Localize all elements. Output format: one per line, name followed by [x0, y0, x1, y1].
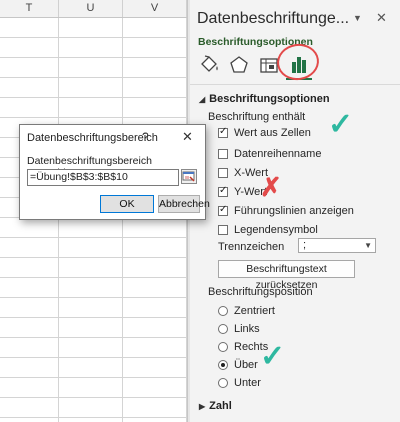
- radio-below[interactable]: Unter: [218, 376, 261, 390]
- radio-button[interactable]: [218, 324, 228, 334]
- number-section-header[interactable]: ▶ Zahl: [199, 400, 232, 412]
- green-checkmark-annotation: ✓: [260, 340, 286, 373]
- checkbox-label: Führungslinien anzeigen: [234, 205, 354, 217]
- radio-button[interactable]: [218, 360, 228, 370]
- pane-divider: [190, 84, 400, 85]
- close-icon[interactable]: ✕: [376, 10, 387, 26]
- collapsed-triangle-icon: ▶: [199, 402, 206, 411]
- chevron-down-icon[interactable]: ▼: [353, 13, 362, 23]
- chevron-down-icon[interactable]: ▼: [364, 241, 372, 250]
- cell-grid[interactable]: [0, 18, 190, 422]
- dialog-title: Datenbeschriftungsbereich: [27, 132, 158, 144]
- checkbox-series-name[interactable]: Datenreihenname: [218, 147, 321, 161]
- radio-label: Zentriert: [234, 305, 275, 317]
- checkbox[interactable]: [218, 225, 228, 235]
- column-header-t[interactable]: T: [0, 0, 59, 17]
- radio-label: Links: [234, 323, 260, 335]
- data-label-range-dialog: Datenbeschriftungsbereich ? ✕ Datenbesch…: [19, 124, 210, 220]
- separator-value: ;: [303, 239, 307, 251]
- section-title: Beschriftungsoptionen: [209, 93, 330, 105]
- cancel-button[interactable]: Abbrechen: [158, 195, 210, 213]
- column-header-row: T U V: [0, 0, 190, 18]
- reset-label-text-button[interactable]: Beschriftungstext zurücksetzen: [218, 260, 355, 291]
- range-input[interactable]: =Übung!$B$3:$B$10: [27, 169, 179, 186]
- checkbox-label: Datenreihenname: [234, 148, 322, 160]
- checkbox[interactable]: [218, 168, 228, 178]
- green-checkmark-annotation: ✓: [328, 108, 354, 141]
- checkbox[interactable]: [218, 149, 228, 159]
- radio-button[interactable]: [218, 306, 228, 316]
- radio-button[interactable]: [218, 342, 228, 352]
- format-data-labels-pane: Datenbeschriftunge... ▼ ✕ Beschriftungso…: [190, 0, 400, 422]
- radio-left[interactable]: Links: [218, 322, 260, 336]
- radio-label: Über: [234, 359, 258, 371]
- radio-label: Unter: [234, 377, 261, 389]
- column-header-u[interactable]: U: [59, 0, 123, 17]
- section-title: Zahl: [209, 400, 232, 412]
- separator-label: Trennzeichen: [218, 241, 285, 253]
- radio-above[interactable]: Über: [218, 358, 258, 372]
- pane-title: Datenbeschriftunge...: [197, 10, 350, 27]
- close-icon[interactable]: ✕: [182, 129, 193, 145]
- effects-pentagon-icon[interactable]: [226, 52, 252, 78]
- checkbox-label: Legendensymbol: [234, 224, 318, 236]
- checkbox-leader-lines[interactable]: Führungslinien anzeigen: [218, 204, 354, 218]
- help-icon[interactable]: ?: [142, 130, 149, 144]
- radio-button[interactable]: [218, 378, 228, 388]
- label-options-section-header[interactable]: ◢ Beschriftungsoptionen: [199, 93, 330, 105]
- column-header-v[interactable]: V: [123, 0, 187, 17]
- checkbox[interactable]: [218, 185, 228, 197]
- separator-select[interactable]: ; ▼: [298, 238, 376, 253]
- collapse-dialog-icon[interactable]: [181, 169, 197, 184]
- ok-button[interactable]: OK: [100, 195, 154, 213]
- label-position-heading: Beschriftungsposition: [208, 286, 313, 298]
- fill-line-icon[interactable]: [196, 52, 222, 78]
- red-cross-annotation: ✗: [260, 172, 282, 202]
- checkbox-value-from-cells[interactable]: Wert aus Zellen: [218, 126, 311, 140]
- expanded-triangle-icon: ◢: [199, 95, 206, 104]
- checkbox-label: Wert aus Zellen: [234, 127, 311, 139]
- label-contains-heading: Beschriftung enthält: [208, 111, 306, 123]
- checkbox[interactable]: [218, 126, 228, 138]
- checkbox[interactable]: [218, 204, 228, 216]
- radio-center[interactable]: Zentriert: [218, 304, 275, 318]
- checkbox-legend-key[interactable]: Legendensymbol: [218, 223, 318, 237]
